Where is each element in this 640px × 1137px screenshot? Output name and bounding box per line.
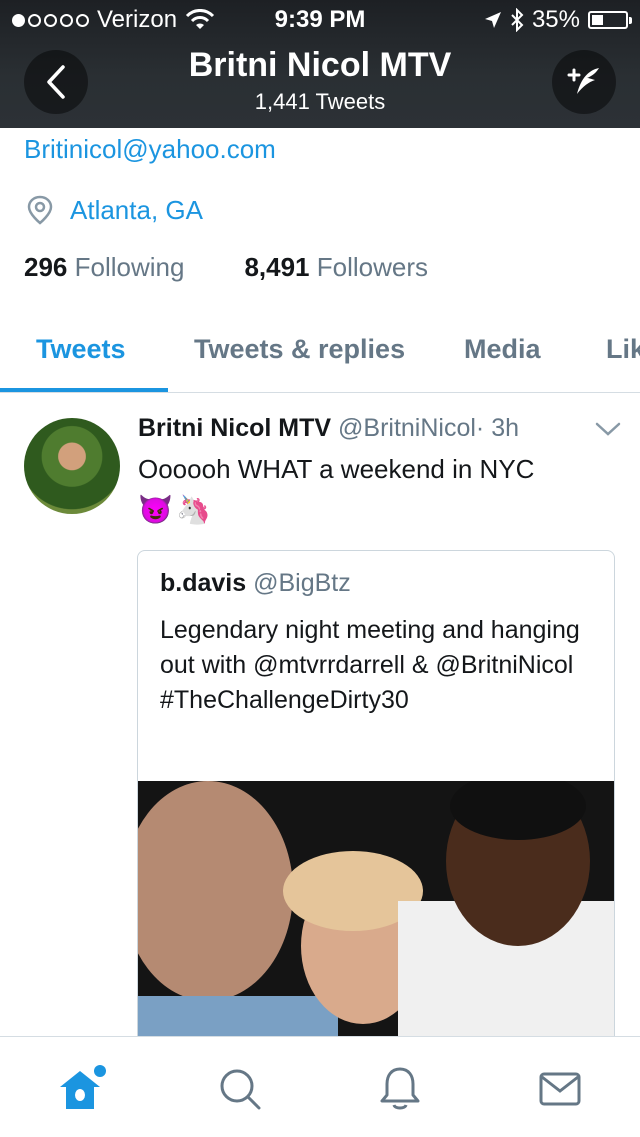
- search-icon: [220, 1069, 261, 1110]
- profile-header: Verizon 9:39 PM 35% Britni Nicol MTV 1,4…: [0, 0, 640, 128]
- compose-tweet-button[interactable]: [552, 50, 616, 114]
- quoted-tweet-card[interactable]: b.davis @BigBtz Legendary night meeting …: [137, 550, 615, 1050]
- followers-label: Followers: [316, 252, 429, 282]
- location-pin-icon: [27, 195, 53, 225]
- tweet-timestamp: · 3h: [475, 414, 520, 442]
- quoted-author-name: b.davis: [160, 569, 247, 597]
- status-bar: Verizon 9:39 PM 35%: [0, 0, 640, 40]
- profile-email-link[interactable]: Britinicol@yahoo.com: [24, 134, 276, 165]
- smiling-devil-emoji: 😈: [138, 494, 173, 525]
- profile-location: Atlanta, GA: [24, 194, 203, 226]
- tweet-text: Oooooh WHAT a weekend in NYC: [138, 454, 535, 484]
- tweet-count: 1,441 Tweets: [254, 89, 386, 114]
- compose-tweet-icon: [567, 68, 599, 94]
- tab-tweets-replies[interactable]: Tweets & replies: [194, 334, 405, 365]
- tab-likes[interactable]: Lik: [606, 334, 640, 365]
- battery-percent: 35%: [531, 6, 580, 33]
- followers-stat[interactable]: 8,491 Followers: [244, 252, 428, 283]
- active-tab-indicator: [0, 388, 168, 392]
- notifications-bell-icon: [380, 1067, 420, 1110]
- location-text[interactable]: Atlanta, GA: [70, 195, 203, 226]
- bluetooth-icon: [511, 8, 524, 32]
- notifications-tab[interactable]: [372, 1061, 428, 1117]
- home-icon: [60, 1065, 106, 1109]
- following-stat[interactable]: 296 Following: [24, 252, 184, 283]
- following-count: 296: [24, 252, 68, 282]
- quoted-author-handle: @BigBtz: [253, 569, 351, 597]
- followers-count: 8,491: [244, 252, 310, 282]
- tab-media[interactable]: Media: [464, 334, 541, 365]
- battery-fill: [592, 15, 603, 25]
- page-title: Britni Nicol MTV: [188, 46, 452, 84]
- quoted-tweet-header: b.davis @BigBtz: [160, 569, 351, 598]
- search-tab[interactable]: [212, 1061, 268, 1117]
- tweet-header: Britni Nicol MTV @BritniNicol· 3h: [138, 414, 519, 443]
- group-photo: [138, 772, 614, 1049]
- home-tab[interactable]: [52, 1061, 108, 1117]
- header-title-block: Britni Nicol MTV 1,441 Tweets: [0, 46, 640, 115]
- tab-tweets[interactable]: Tweets: [36, 334, 126, 365]
- follow-stats: 296 Following 8,491 Followers: [24, 252, 428, 283]
- unicorn-emoji: 🦄: [176, 494, 211, 525]
- messages-tab[interactable]: [532, 1061, 588, 1117]
- tweet-author-handle[interactable]: @BritniNicol: [338, 414, 476, 442]
- bottom-tab-bar: [0, 1036, 640, 1137]
- quoted-tweet-text: Legendary night meeting and hanging out …: [160, 616, 580, 714]
- messages-envelope-icon: [539, 1072, 581, 1106]
- profile-tabs: Tweets Tweets & replies Media Lik: [0, 320, 640, 393]
- chevron-down-icon[interactable]: [594, 420, 622, 438]
- location-arrow-icon: [484, 12, 501, 28]
- following-label: Following: [74, 252, 185, 282]
- battery-icon: [588, 11, 632, 29]
- tweet-author-name[interactable]: Britni Nicol MTV: [138, 414, 331, 442]
- quoted-tweet-photo[interactable]: [138, 772, 614, 1049]
- avatar[interactable]: [24, 418, 120, 514]
- status-right: 35%: [484, 6, 632, 34]
